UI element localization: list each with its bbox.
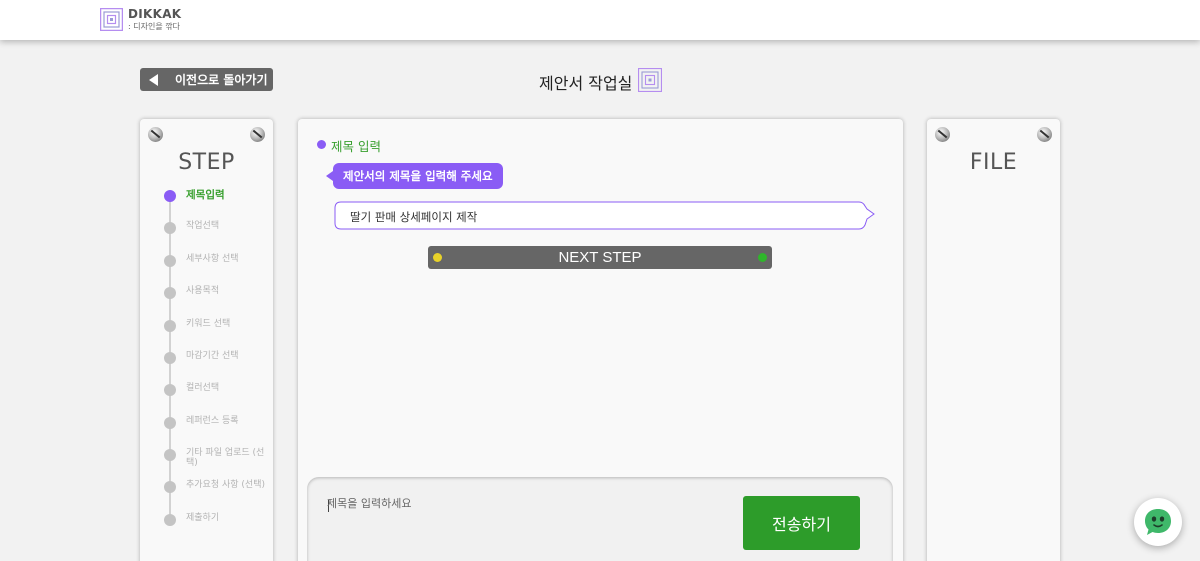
top-header: DIKKAK : 디자인을 깎다 xyxy=(0,0,1200,40)
logo-name[interactable]: DIKKAK xyxy=(128,7,181,21)
screw-icon xyxy=(935,127,950,142)
chat-panel: 제목 입력 제안서의 제목을 입력해 주세요 딸기 판매 상세페이지 제작 NE… xyxy=(298,119,903,561)
chat-bot-icon xyxy=(1145,509,1171,535)
step-label: 추가요청 사항 (선택) xyxy=(186,480,265,490)
step-dot xyxy=(164,320,176,332)
title-input[interactable] xyxy=(327,495,717,555)
step-label: 사용목적 xyxy=(186,286,220,296)
chat-widget-button[interactable] xyxy=(1134,498,1182,546)
yellow-led-icon xyxy=(433,253,442,262)
send-button-label: 전송하기 xyxy=(772,515,831,534)
next-step-button[interactable]: NEXT STEP xyxy=(428,246,772,269)
back-arrow-icon xyxy=(149,73,158,86)
step-dot xyxy=(164,352,176,364)
send-button[interactable]: 전송하기 xyxy=(743,496,860,550)
step-label: 마감기간 선택 xyxy=(186,351,239,361)
back-button[interactable]: 이전으로 돌아가기 xyxy=(140,68,273,91)
screw-icon xyxy=(148,127,163,142)
dikkak-logo-icon xyxy=(638,68,662,92)
step-dot xyxy=(164,449,176,461)
step-dot xyxy=(164,287,176,299)
step-label: 키워드 선택 xyxy=(186,319,231,329)
step-dot xyxy=(164,222,176,234)
page-title: 제안서 작업실 xyxy=(539,74,633,93)
step-panel-title: STEP xyxy=(178,150,235,175)
logo-tagline: : 디자인을 깎다 xyxy=(128,22,180,31)
next-step-label: NEXT STEP xyxy=(558,249,642,266)
bot-message-text: 제안서의 제목을 입력해 주세요 xyxy=(343,169,493,183)
step-label: 제목입력 xyxy=(186,189,225,201)
step-dot xyxy=(164,481,176,493)
step-dot xyxy=(164,514,176,526)
step-dot xyxy=(164,255,176,267)
user-answer-text: 딸기 판매 상세페이지 제작 xyxy=(350,210,478,224)
step-dot xyxy=(164,384,176,396)
file-panel: FILE xyxy=(927,119,1060,561)
step-dot xyxy=(164,417,176,429)
section-dot-icon xyxy=(317,140,326,149)
section-label: 제목 입력 xyxy=(331,139,381,154)
step-label: 작업선택 xyxy=(186,221,220,231)
back-button-label: 이전으로 돌아가기 xyxy=(175,73,268,87)
step-panel: STEP 제목입력 작업선택 세부사항 선택 사용목적 키워드 선택 마감기간 … xyxy=(140,119,273,561)
file-panel-title: FILE xyxy=(969,150,1018,175)
step-dot-active xyxy=(164,190,176,202)
screw-icon xyxy=(1037,127,1052,142)
step-label: 제출하기 xyxy=(186,513,220,523)
bot-message-bubble: 제안서의 제목을 입력해 주세요 xyxy=(326,163,503,189)
green-led-icon xyxy=(758,253,767,262)
message-composer: 전송하기 xyxy=(307,477,893,561)
step-label: 레퍼런스 등록 xyxy=(186,416,239,426)
step-label: 세부사항 선택 xyxy=(186,254,239,264)
step-label: 컬러선택 xyxy=(186,383,220,393)
step-label: 기타 파일 업로드 (선택) xyxy=(186,448,265,468)
screw-icon xyxy=(250,127,265,142)
dikkak-logo-icon[interactable] xyxy=(100,8,123,31)
